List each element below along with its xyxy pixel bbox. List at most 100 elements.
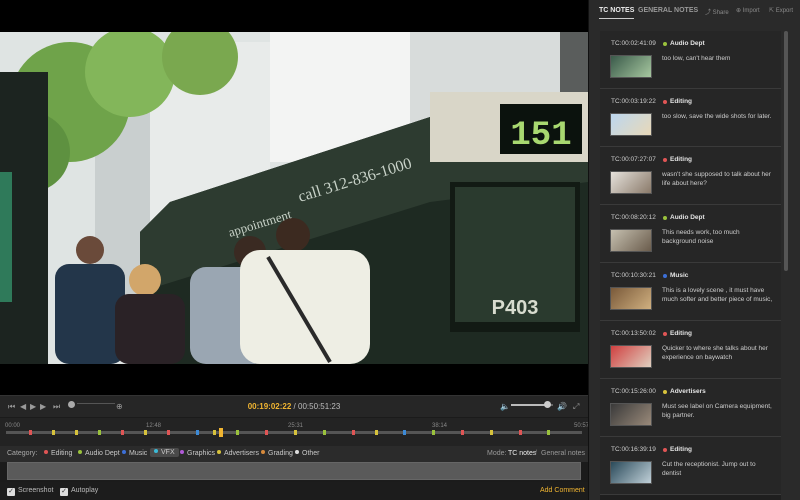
note-category: Audio Dept bbox=[670, 40, 705, 47]
video-viewer[interactable]: 151 P403 call 312-836-1000 appointment bbox=[0, 0, 588, 395]
category-music[interactable]: Music bbox=[122, 450, 147, 457]
note-item[interactable]: TC:00:13:50:02 Editing Quicker to where … bbox=[600, 321, 781, 379]
category-other[interactable]: Other bbox=[295, 450, 320, 457]
timeline-marker[interactable] bbox=[547, 430, 551, 435]
note-text: This is a lovely scene , it must have mu… bbox=[662, 287, 773, 303]
timeline-marker[interactable] bbox=[144, 430, 148, 435]
total-timecode: 00:50:51:23 bbox=[298, 402, 341, 411]
category-name: Audio Dept bbox=[85, 450, 120, 457]
note-thumbnail[interactable] bbox=[610, 403, 652, 426]
volume-high-icon[interactable]: 🔊 bbox=[557, 402, 567, 412]
note-text: This needs work, too much background noi… bbox=[662, 229, 740, 245]
timeline-marker[interactable] bbox=[351, 430, 355, 435]
category-dot bbox=[122, 450, 126, 454]
timeline-marker[interactable] bbox=[322, 430, 326, 435]
note-category-dot bbox=[663, 158, 667, 162]
category-vfx[interactable]: VFX bbox=[150, 448, 179, 457]
category-dot bbox=[44, 450, 48, 454]
note-text: wasn't she supposed to talk about her li… bbox=[662, 171, 771, 187]
comment-input[interactable] bbox=[7, 462, 581, 480]
note-text: Quicker to where she talks about her exp… bbox=[662, 345, 768, 361]
timeline-label: 50:57 bbox=[574, 423, 590, 429]
mode-label: Mode: bbox=[487, 450, 507, 457]
category-name: VFX bbox=[161, 449, 175, 456]
timeline-marker[interactable] bbox=[29, 430, 33, 435]
timecode-separator: / bbox=[293, 402, 296, 411]
timeline-marker[interactable] bbox=[294, 430, 297, 435]
note-item[interactable]: TC:00:02:41:09 Audio Dept too low, can't… bbox=[600, 31, 781, 89]
timeline-playhead[interactable] bbox=[219, 428, 224, 437]
volume-slider[interactable] bbox=[511, 401, 553, 412]
import-icon: ⊕ bbox=[736, 8, 743, 14]
note-category: Music bbox=[670, 272, 689, 279]
note-thumbnail[interactable] bbox=[610, 345, 652, 368]
category-advertisers[interactable]: Advertisers bbox=[217, 450, 259, 457]
note-category: Advertisers bbox=[670, 388, 706, 395]
notes-list[interactable]: TC:00:02:41:09 Audio Dept too low, can't… bbox=[600, 31, 781, 500]
timeline-marker[interactable] bbox=[374, 430, 378, 435]
category-grading[interactable]: Grading bbox=[261, 450, 293, 457]
category-audio-dept[interactable]: Audio Dept bbox=[78, 450, 120, 457]
note-thumbnail[interactable] bbox=[610, 461, 652, 484]
timeline-marker[interactable] bbox=[167, 430, 171, 435]
note-timecode: TC:00:08:20:12 bbox=[611, 214, 656, 221]
note-thumbnail[interactable] bbox=[610, 287, 652, 310]
timeline-marker[interactable] bbox=[403, 430, 407, 435]
timeline-marker[interactable] bbox=[52, 430, 56, 435]
share-button[interactable]: ⤴ Share bbox=[705, 7, 729, 16]
fullscreen-icon[interactable]: ⤢ bbox=[573, 402, 579, 412]
note-category-dot bbox=[663, 332, 667, 336]
timeline-marker[interactable] bbox=[432, 430, 436, 435]
note-timecode: TC:00:15:26:00 bbox=[611, 388, 656, 395]
note-category-dot bbox=[663, 100, 667, 104]
note-category-dot bbox=[663, 216, 667, 220]
import-button[interactable]: ⊕ Import bbox=[736, 7, 760, 14]
category-name: Music bbox=[129, 450, 148, 457]
timeline-label: 38:14 bbox=[432, 423, 448, 429]
autoplay-checkbox[interactable]: ✓ Autoplay bbox=[60, 487, 98, 496]
note-thumbnail[interactable] bbox=[610, 113, 652, 136]
volume-knob[interactable] bbox=[543, 401, 551, 408]
note-thumbnail[interactable] bbox=[610, 229, 652, 252]
timeline-marker[interactable] bbox=[265, 430, 269, 435]
timeline-marker[interactable] bbox=[518, 430, 522, 435]
timeline-marker[interactable] bbox=[236, 430, 240, 435]
note-item[interactable]: TC:00:16:39:19 Editing Cut the reception… bbox=[600, 437, 781, 495]
video-frame[interactable]: 151 P403 call 312-836-1000 appointment bbox=[0, 32, 588, 364]
timeline-marker[interactable] bbox=[196, 430, 200, 435]
timeline-marker[interactable] bbox=[213, 430, 217, 435]
timeline-marker[interactable] bbox=[75, 430, 79, 435]
category-editing[interactable]: Editing bbox=[44, 450, 72, 457]
timeline-marker[interactable] bbox=[461, 430, 465, 435]
mode-tc-notes[interactable]: TC notes bbox=[508, 450, 536, 457]
tab-tc-notes[interactable]: TC NOTES bbox=[599, 7, 635, 19]
note-category: Editing bbox=[670, 330, 693, 337]
category-name: Grading bbox=[268, 450, 293, 457]
timeline-marker[interactable] bbox=[98, 430, 102, 435]
mode-separator: / bbox=[535, 450, 537, 457]
note-thumbnail[interactable] bbox=[610, 171, 652, 194]
mode-general-notes[interactable]: General notes bbox=[541, 450, 585, 457]
notes-panel: TC NOTES GENERAL NOTES ⤴ Share ⊕ Import … bbox=[588, 0, 800, 500]
add-comment-button[interactable]: Add Comment bbox=[540, 487, 585, 494]
export-icon: ⇱ bbox=[769, 8, 776, 14]
timeline-track[interactable] bbox=[6, 428, 582, 437]
category-graphics[interactable]: Graphics bbox=[180, 450, 215, 457]
tab-general-notes[interactable]: GENERAL NOTES bbox=[638, 7, 698, 14]
screenshot-checkbox[interactable]: ✓ Screenshot bbox=[7, 487, 53, 496]
timeline-marker[interactable] bbox=[489, 430, 493, 435]
note-item[interactable]: TC:00:10:30:21 Music This is a lovely sc… bbox=[600, 263, 781, 321]
note-item[interactable]: TC:00:07:27:07 Editing wasn't she suppos… bbox=[600, 147, 781, 205]
volume-low-icon[interactable]: 🔈 bbox=[500, 402, 510, 412]
note-item[interactable]: TC:00:03:19:22 Editing too slow, save th… bbox=[600, 89, 781, 147]
bus-destination-sign: 151 bbox=[510, 117, 571, 155]
note-item[interactable]: TC:00:08:20:12 Audio Dept This needs wor… bbox=[600, 205, 781, 263]
notes-scrollbar[interactable] bbox=[784, 31, 788, 271]
note-item[interactable]: TC:00:15:26:00 Advertisers Must see labe… bbox=[600, 379, 781, 437]
note-thumbnail[interactable] bbox=[610, 55, 652, 78]
export-button[interactable]: ⇱ Export bbox=[769, 7, 793, 14]
screenshot-label: Screenshot bbox=[18, 487, 54, 494]
timeline-marker[interactable] bbox=[121, 430, 125, 435]
timeline-label: 25:31 bbox=[288, 423, 304, 429]
category-dot bbox=[154, 449, 158, 453]
